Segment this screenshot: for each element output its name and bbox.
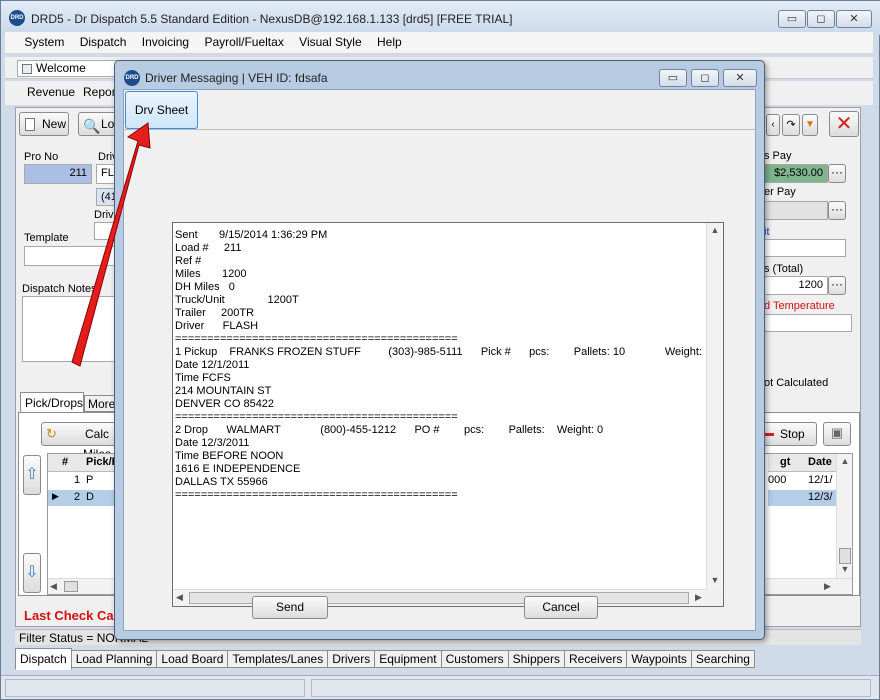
annotation-arrow-icon — [71, 122, 151, 367]
